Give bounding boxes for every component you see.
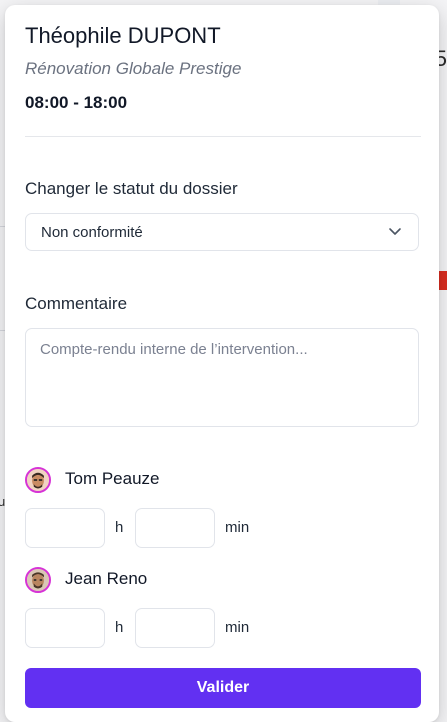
avatar: [25, 567, 51, 593]
hours-unit: h: [115, 619, 124, 636]
intervention-modal: Théophile DUPONT Rénovation Globale Pres…: [5, 5, 439, 722]
status-select[interactable]: Non conformité: [25, 213, 419, 251]
divider: [25, 136, 421, 137]
comment-label: Commentaire: [25, 294, 128, 313]
hours-input[interactable]: [25, 608, 105, 648]
time-range: 08:00 - 18:00: [25, 93, 128, 112]
avatar: [25, 467, 51, 493]
chevron-down-icon: [389, 228, 401, 235]
minutes-unit: min: [225, 619, 250, 636]
technician-name: Jean Reno: [65, 569, 148, 588]
minutes-unit: min: [225, 519, 250, 536]
submit-button[interactable]: Valider: [25, 668, 421, 708]
person-avatar-icon: [27, 469, 49, 491]
status-selected-value: Non conformité: [41, 224, 143, 241]
comment-textarea[interactable]: [25, 328, 419, 427]
minutes-input[interactable]: [135, 608, 215, 648]
hours-unit: h: [115, 519, 124, 536]
person-avatar-icon: [27, 569, 49, 591]
hours-input[interactable]: [25, 508, 105, 548]
technician-name: Tom Peauze: [65, 469, 160, 488]
status-label: Changer le statut du dossier: [25, 179, 238, 198]
minutes-input[interactable]: [135, 508, 215, 548]
client-name: Théophile DUPONT: [25, 23, 221, 48]
company-name: Rénovation Globale Prestige: [25, 59, 242, 78]
